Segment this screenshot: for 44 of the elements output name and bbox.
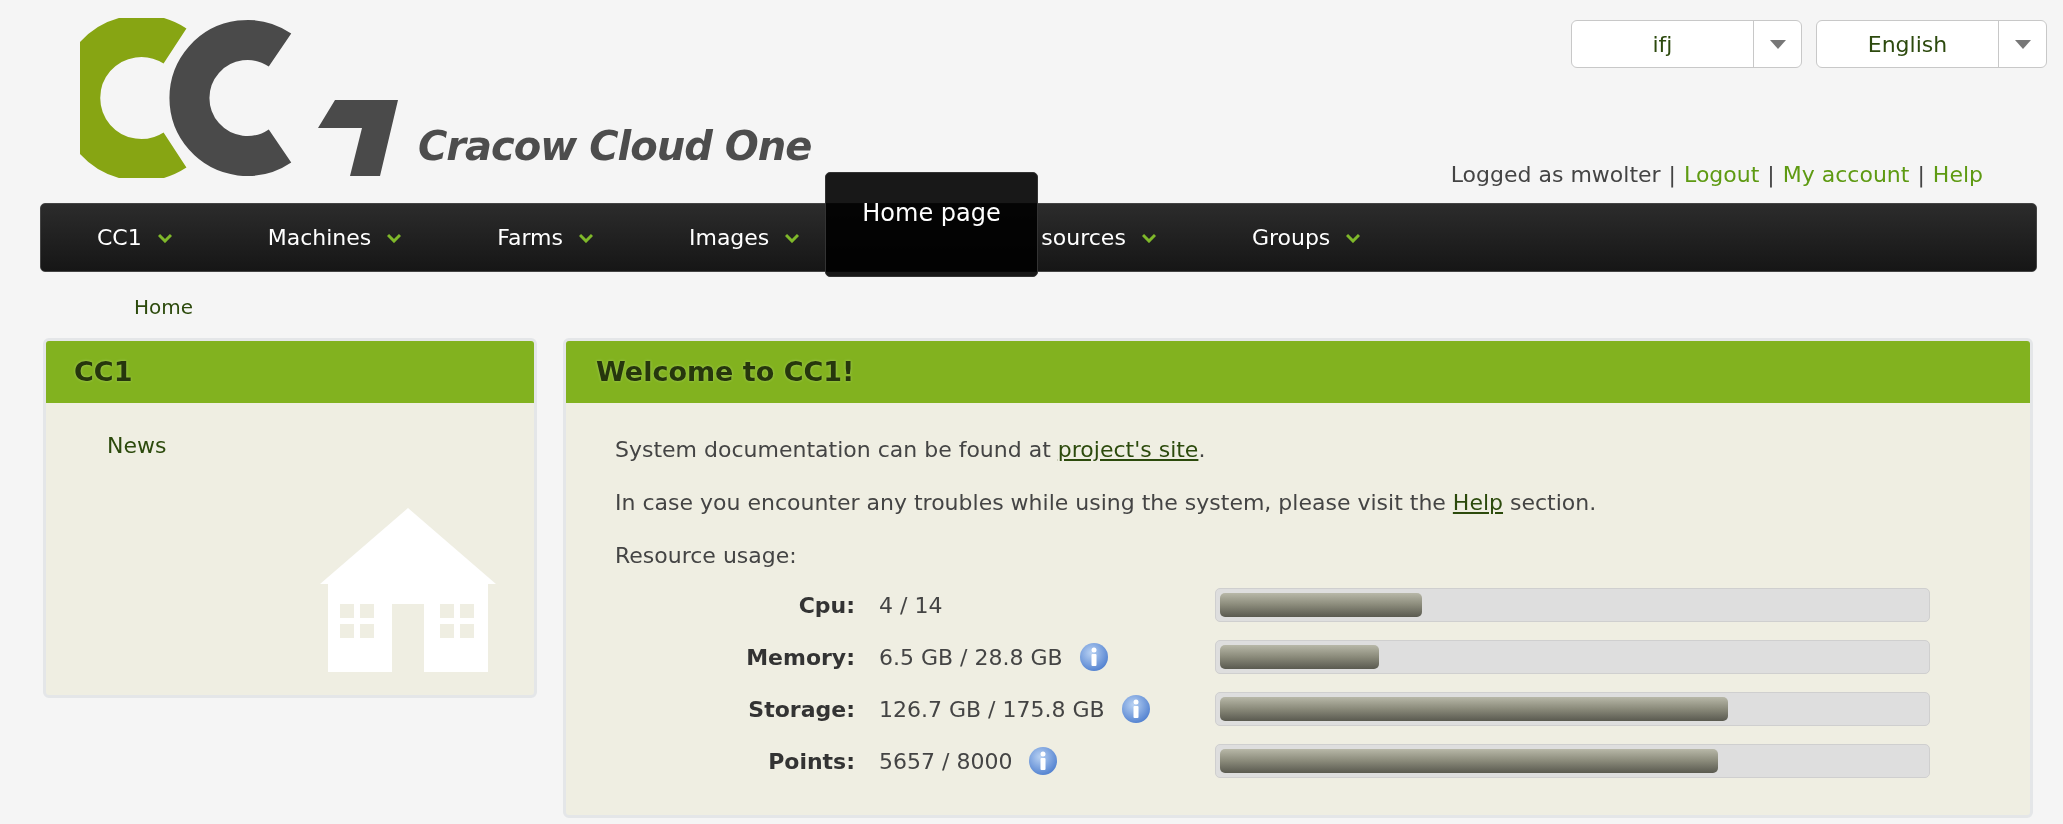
- separator: |: [1767, 161, 1775, 190]
- house-icon: [320, 508, 496, 672]
- separator: |: [1668, 161, 1677, 190]
- nav-menu-item[interactable]: Farms: [497, 221, 593, 254]
- logged-user-label: Logged as mwolter: [1450, 161, 1661, 189]
- resource-label: Storage:: [747, 695, 855, 724]
- panel-title: CC1: [74, 354, 133, 389]
- info-icon[interactable]: [1028, 746, 1059, 776]
- nav-menu-item[interactable]: Images: [688, 221, 800, 254]
- resource-value: 5657 / 8000: [879, 747, 1013, 776]
- nav-menu-item[interactable]: Groups: [1251, 221, 1361, 254]
- tooltip: Home page: [825, 172, 1038, 277]
- chevron-down-icon: [578, 232, 593, 243]
- chevron-down-icon: [1346, 232, 1361, 243]
- resource-label: Memory:: [745, 643, 855, 672]
- caret-icon: [1769, 39, 1786, 49]
- resource-value: 126.7 GB / 175.8 GB: [879, 695, 1105, 724]
- sidebar-link[interactable]: News: [107, 429, 534, 462]
- resource-value: 4 / 14: [879, 591, 943, 620]
- info-paragraph: System documentation can be found at project's site.: [615, 436, 1207, 464]
- caret-icon: [2014, 39, 2031, 49]
- chevron-down-icon: [387, 232, 402, 243]
- nav-menu-item[interactable]: CC1: [97, 221, 172, 254]
- info-icon[interactable]: [1120, 694, 1151, 724]
- resource-label: Points:: [767, 747, 855, 776]
- dropdown-select[interactable]: English: [1816, 20, 2047, 68]
- resource-label: Cpu:: [797, 591, 855, 620]
- chevron-down-icon: [1141, 232, 1156, 243]
- separator: |: [1917, 161, 1925, 190]
- logo-icon: [80, 18, 400, 178]
- text-link[interactable]: project's site: [1057, 437, 1199, 462]
- info-icon[interactable]: [1078, 642, 1109, 672]
- tagline: Cracow Cloud One: [418, 122, 812, 171]
- section-label: Resource usage:: [615, 542, 798, 570]
- nav-menu-item[interactable]: sources: [1041, 221, 1156, 254]
- breadcrumb-link[interactable]: Home: [134, 295, 194, 319]
- resource-value: 6.5 GB / 28.8 GB: [879, 643, 1063, 672]
- chevron-down-icon: [785, 232, 800, 243]
- panel-title: Welcome to CC1!: [596, 354, 855, 389]
- info-paragraph: In case you encounter any troubles while using the system, please visit the Help section.: [615, 489, 1598, 517]
- chevron-down-icon: [157, 232, 172, 243]
- dropdown-select[interactable]: ifj: [1571, 20, 1802, 68]
- text-link[interactable]: Help: [1452, 490, 1503, 515]
- nav-menu-item[interactable]: Machines: [267, 221, 402, 254]
